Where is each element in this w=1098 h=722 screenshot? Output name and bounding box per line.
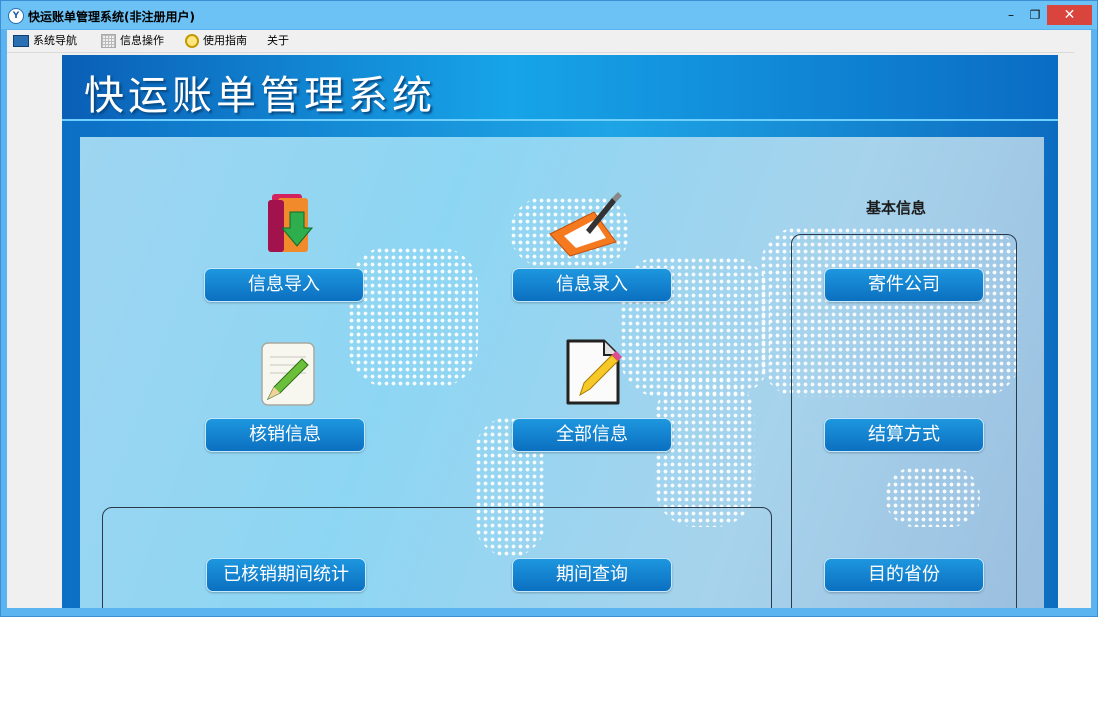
period-query-button[interactable]: 期间查询 <box>512 558 672 592</box>
menu-user-guide[interactable]: 使用指南 <box>185 32 247 50</box>
info-import-button[interactable]: 信息导入 <box>204 268 364 302</box>
destination-province-button[interactable]: 目的省份 <box>824 558 984 592</box>
grid-icon <box>101 34 116 48</box>
menu-label: 使用指南 <box>203 34 247 47</box>
menu-label: 关于 <box>267 34 289 47</box>
menu-system-nav[interactable]: 系统导航 <box>13 32 77 50</box>
app-logo-icon: Y <box>8 8 24 24</box>
main-dashboard: 快运账单管理系统 信息导入 信息录入 核销信息 全部信息 已核销期间统计 期间查… <box>62 55 1058 608</box>
period-stats-button[interactable]: 已核销期间统计 <box>206 558 366 592</box>
menu-about[interactable]: 关于 <box>267 32 289 50</box>
page-title: 快运账单管理系统 <box>84 73 436 119</box>
menu-label: 系统导航 <box>33 34 77 47</box>
window-title: 快运账单管理系统(非注册用户) <box>28 10 195 24</box>
pen-write-icon[interactable] <box>546 190 626 258</box>
header-banner: 快运账单管理系统 <box>62 55 1058 121</box>
notepad-pencil-icon[interactable] <box>256 339 318 407</box>
map-dots-africa <box>655 377 755 527</box>
statistics-group <box>102 507 772 608</box>
menu-label: 信息操作 <box>120 34 164 47</box>
all-info-button[interactable]: 全部信息 <box>512 418 672 452</box>
client-area: 系统导航 信息操作 使用指南 关于 快运账单管理系统 信息导入 信息录入 核销信… <box>7 30 1091 608</box>
close-button[interactable]: ✕ <box>1047 5 1092 25</box>
basic-info-title: 基本信息 <box>866 199 927 217</box>
writeoff-info-button[interactable]: 核销信息 <box>205 418 365 452</box>
restore-button[interactable]: ❐ <box>1023 5 1047 25</box>
vertical-scroll-area[interactable] <box>1074 52 1091 608</box>
settlement-method-button[interactable]: 结算方式 <box>824 418 984 452</box>
sender-company-button[interactable]: 寄件公司 <box>824 268 984 302</box>
dashboard-panel: 信息导入 信息录入 核销信息 全部信息 已核销期间统计 期间查询 基本信息 寄件… <box>80 137 1044 608</box>
info-entry-button[interactable]: 信息录入 <box>512 268 672 302</box>
menu-bar: 系统导航 信息操作 使用指南 关于 <box>7 30 1091 53</box>
app-window: Y 快运账单管理系统(非注册用户) – ❐ ✕ 系统导航 信息操作 使用指南 关… <box>0 0 1098 617</box>
title-bar[interactable]: Y 快运账单管理系统(非注册用户) – ❐ ✕ <box>1 1 1097 29</box>
monitor-icon <box>13 35 29 47</box>
help-bulb-icon <box>185 34 199 48</box>
folder-download-icon[interactable] <box>260 190 322 258</box>
minimize-button[interactable]: – <box>999 5 1023 25</box>
map-dots-americas-north <box>348 247 478 387</box>
menu-info-ops[interactable]: 信息操作 <box>101 32 164 50</box>
document-pencil-icon[interactable] <box>562 337 624 405</box>
